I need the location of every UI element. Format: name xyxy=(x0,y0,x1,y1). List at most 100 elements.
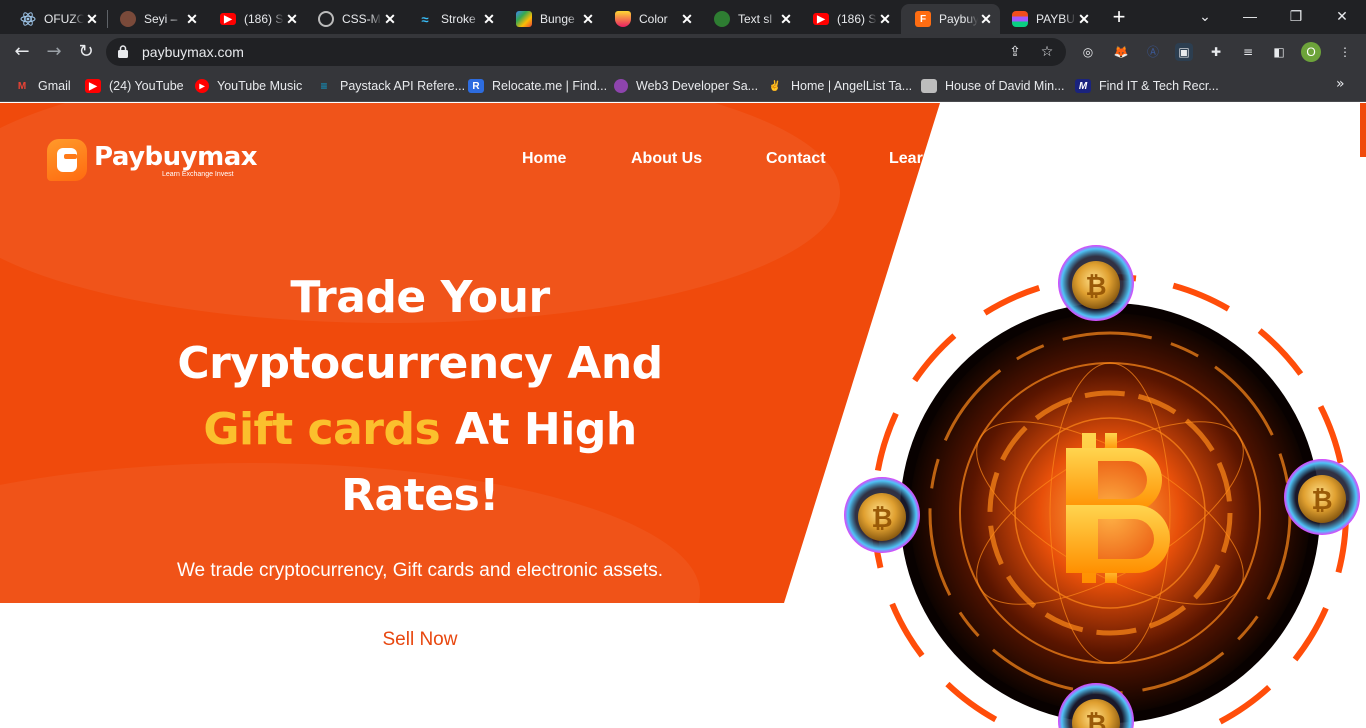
youtube-icon: ▶ xyxy=(220,13,236,25)
bookmark-find-it[interactable]: M Find IT & Tech Recr... xyxy=(1075,76,1219,96)
bookmark-house-of-david[interactable]: House of David Min... xyxy=(921,76,1065,96)
hero-headline: Trade Your Cryptocurrency And Gift cards… xyxy=(110,265,730,529)
close-icon[interactable]: ✕ xyxy=(679,11,695,28)
nav-contact[interactable]: Contact xyxy=(766,150,826,168)
bookmark-paystack[interactable]: ≡ Paystack API Refere... xyxy=(316,76,465,96)
house-icon xyxy=(921,79,937,93)
logo-tagline: Learn Exchange Invest xyxy=(162,171,234,178)
bookmark-youtube-music[interactable]: ▸ YouTube Music xyxy=(195,76,302,96)
sell-now-button[interactable]: Sell Now xyxy=(330,625,510,655)
nav-learn-clip: Learn xyxy=(880,143,935,183)
figma-icon xyxy=(1012,11,1028,27)
back-button[interactable]: ← xyxy=(11,41,33,63)
logo-mark-inner xyxy=(57,148,77,172)
nav-home[interactable]: Home xyxy=(522,150,566,168)
close-icon[interactable]: ✕ xyxy=(1076,11,1092,28)
more-bookmarks-icon[interactable]: » xyxy=(1336,76,1345,92)
tab-youtube-2[interactable]: ▶ (186) S ✕ xyxy=(799,6,899,32)
media-control-icon[interactable]: ≡ xyxy=(1239,43,1257,61)
metamask-icon[interactable]: 🦊 xyxy=(1112,43,1130,61)
tab-paybuymax[interactable]: F Paybuy ✕ xyxy=(901,4,1000,34)
bookmark-label: (24) YouTube xyxy=(109,79,184,93)
tab-seyi[interactable]: Seyi – ✕ xyxy=(106,6,206,32)
bookmark-label: Home | AngelList Ta... xyxy=(791,79,913,93)
tab-label: Text sl xyxy=(738,12,773,26)
forward-button[interactable]: → xyxy=(43,41,65,63)
restore-button[interactable]: ❐ xyxy=(1286,6,1306,26)
headline-highlight: Gift cards xyxy=(203,404,441,455)
bookmark-star-icon[interactable]: ☆ xyxy=(1038,43,1056,61)
react-icon xyxy=(20,11,36,27)
coin-bubble-top: ₿ xyxy=(1058,245,1134,321)
bookmark-angellist[interactable]: ✌ Home | AngelList Ta... xyxy=(767,76,912,96)
extension-a-icon[interactable]: Ⓐ xyxy=(1144,43,1162,61)
nav-about-us[interactable]: About Us xyxy=(631,150,702,168)
tab-ofuzo[interactable]: OFUZO ✕ xyxy=(6,6,106,32)
tab-search-icon[interactable]: ⌄ xyxy=(1195,6,1215,26)
tab-stroke[interactable]: ≈ Stroke ✕ xyxy=(403,6,503,32)
svg-text:₿: ₿ xyxy=(1311,486,1332,516)
bookmark-relocate[interactable]: R Relocate.me | Find... xyxy=(468,76,607,96)
close-icon[interactable]: ✕ xyxy=(580,11,596,28)
m-icon: M xyxy=(1075,79,1091,93)
tab-text-slider[interactable]: Text sl ✕ xyxy=(700,6,800,32)
tab-label: PAYBU xyxy=(1036,12,1075,26)
bookmark-label: Find IT & Tech Recr... xyxy=(1099,79,1219,93)
minimize-button[interactable]: — xyxy=(1240,6,1260,26)
hero-subheading: We trade cryptocurrency, Gift cards and … xyxy=(176,560,664,581)
menu-kebab-icon[interactable]: ⋮ xyxy=(1336,43,1354,61)
reload-button[interactable]: ↻ xyxy=(75,41,97,63)
paystack-icon: ≡ xyxy=(320,79,328,93)
svg-text:₿: ₿ xyxy=(1085,710,1106,728)
robot-icon xyxy=(714,11,730,27)
coin-bubble-right: ₿ xyxy=(1284,459,1360,535)
bookmark-youtube[interactable]: ▶ (24) YouTube xyxy=(85,76,184,96)
tab-label: OFUZO xyxy=(44,12,84,26)
tab-label: Paybuy xyxy=(939,12,978,26)
tab-color[interactable]: Color ✕ xyxy=(601,6,701,32)
side-panel-icon[interactable]: ◧ xyxy=(1270,43,1288,61)
scrollbar-thumb[interactable] xyxy=(1360,103,1366,157)
close-icon[interactable]: ✕ xyxy=(184,11,200,28)
profile-avatar[interactable]: O xyxy=(1301,42,1321,62)
headline-line-4: Rates! xyxy=(341,470,499,521)
tab-label: CSS-M xyxy=(342,12,381,26)
bookmark-label: Web3 Developer Sa... xyxy=(636,79,759,93)
logo-wordmark: Paybuymax xyxy=(94,142,258,172)
close-icon[interactable]: ✕ xyxy=(84,11,100,28)
close-icon[interactable]: ✕ xyxy=(978,11,994,28)
extensions-puzzle-icon[interactable]: ✚ xyxy=(1207,43,1225,61)
extension-target-icon[interactable]: ◎ xyxy=(1079,43,1097,61)
close-icon[interactable]: ✕ xyxy=(284,11,300,28)
close-icon[interactable]: ✕ xyxy=(382,11,398,28)
bungee-icon xyxy=(516,11,532,27)
tab-figma[interactable]: PAYBU ✕ xyxy=(998,6,1098,32)
share-icon[interactable]: ⇪ xyxy=(1006,43,1024,61)
bookmark-gmail[interactable]: M Gmail xyxy=(14,76,71,96)
youtube-icon: ▶ xyxy=(813,13,829,25)
color-icon xyxy=(615,11,631,27)
coin-bubble-left: ₿ xyxy=(844,477,920,553)
bookmark-web3[interactable]: Web3 Developer Sa... xyxy=(614,76,758,96)
nav-learn[interactable]: Learn xyxy=(889,150,933,168)
tab-bungee[interactable]: Bunge ✕ xyxy=(502,6,602,32)
youtube-music-icon: ▸ xyxy=(195,79,209,93)
close-window-button[interactable]: ✕ xyxy=(1332,6,1352,26)
gmail-icon: M xyxy=(17,80,27,92)
url-text: paybuymax.com xyxy=(142,44,244,60)
tab-label: Bunge xyxy=(540,12,575,26)
tab-css-m[interactable]: CSS-M ✕ xyxy=(304,6,404,32)
close-icon[interactable]: ✕ xyxy=(778,11,794,28)
site-logo[interactable]: Paybuymax Learn Exchange Invest xyxy=(47,139,287,183)
close-icon[interactable]: ✕ xyxy=(481,11,497,28)
new-tab-button[interactable]: + xyxy=(1108,6,1130,28)
relocate-icon: R xyxy=(468,79,484,93)
tab-youtube-1[interactable]: ▶ (186) S ✕ xyxy=(206,6,306,32)
tailwind-icon: ≈ xyxy=(421,11,429,27)
extension-screen-icon[interactable]: ▣ xyxy=(1175,43,1193,61)
angellist-icon: ✌ xyxy=(768,80,782,92)
address-bar[interactable]: paybuymax.com ⇪ ☆ xyxy=(106,38,1066,66)
bookmark-label: Relocate.me | Find... xyxy=(492,79,608,93)
close-icon[interactable]: ✕ xyxy=(877,11,893,28)
bookmark-label: Paystack API Refere... xyxy=(340,79,466,93)
